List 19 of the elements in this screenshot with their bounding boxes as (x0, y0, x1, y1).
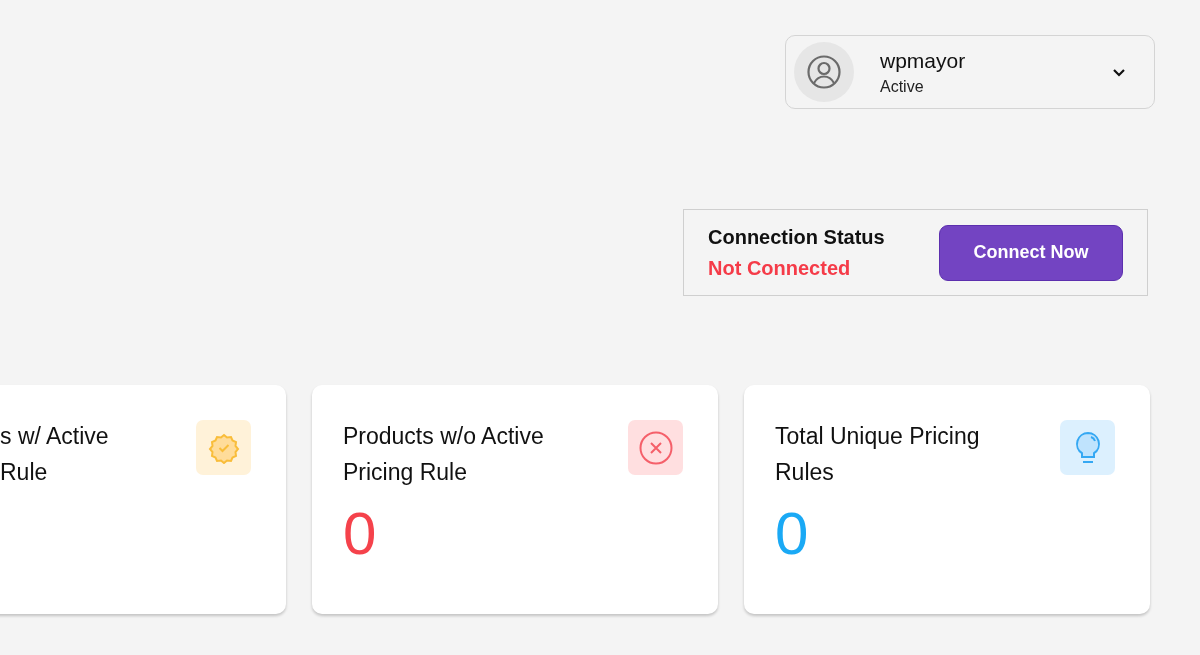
connection-status: Not Connected (708, 256, 852, 280)
circle-x-icon (638, 430, 673, 465)
card-title: Pricing Rule (343, 458, 468, 486)
card-title: Products w/o Active (343, 422, 544, 450)
connection-label: Connection Status (708, 225, 885, 249)
connect-button[interactable]: Connect Now (939, 224, 1123, 281)
stat-value: 0 (775, 504, 809, 564)
user-status: Active (880, 77, 925, 96)
card-title: Rule (0, 458, 49, 486)
user-avatar-icon (806, 54, 842, 90)
lightbulb-icon (1073, 430, 1102, 465)
card-title: Rules (775, 458, 835, 486)
chevron-icon (1112, 67, 1126, 77)
user-menu[interactable]: wpmayor Active (785, 35, 1155, 109)
card-title: Total Unique Pricing (775, 422, 980, 450)
user-name: wpmayor (880, 48, 967, 73)
badge-check-icon (207, 431, 240, 464)
card-title: s w/ Active (0, 422, 109, 450)
stat-value: 0 (343, 504, 377, 564)
